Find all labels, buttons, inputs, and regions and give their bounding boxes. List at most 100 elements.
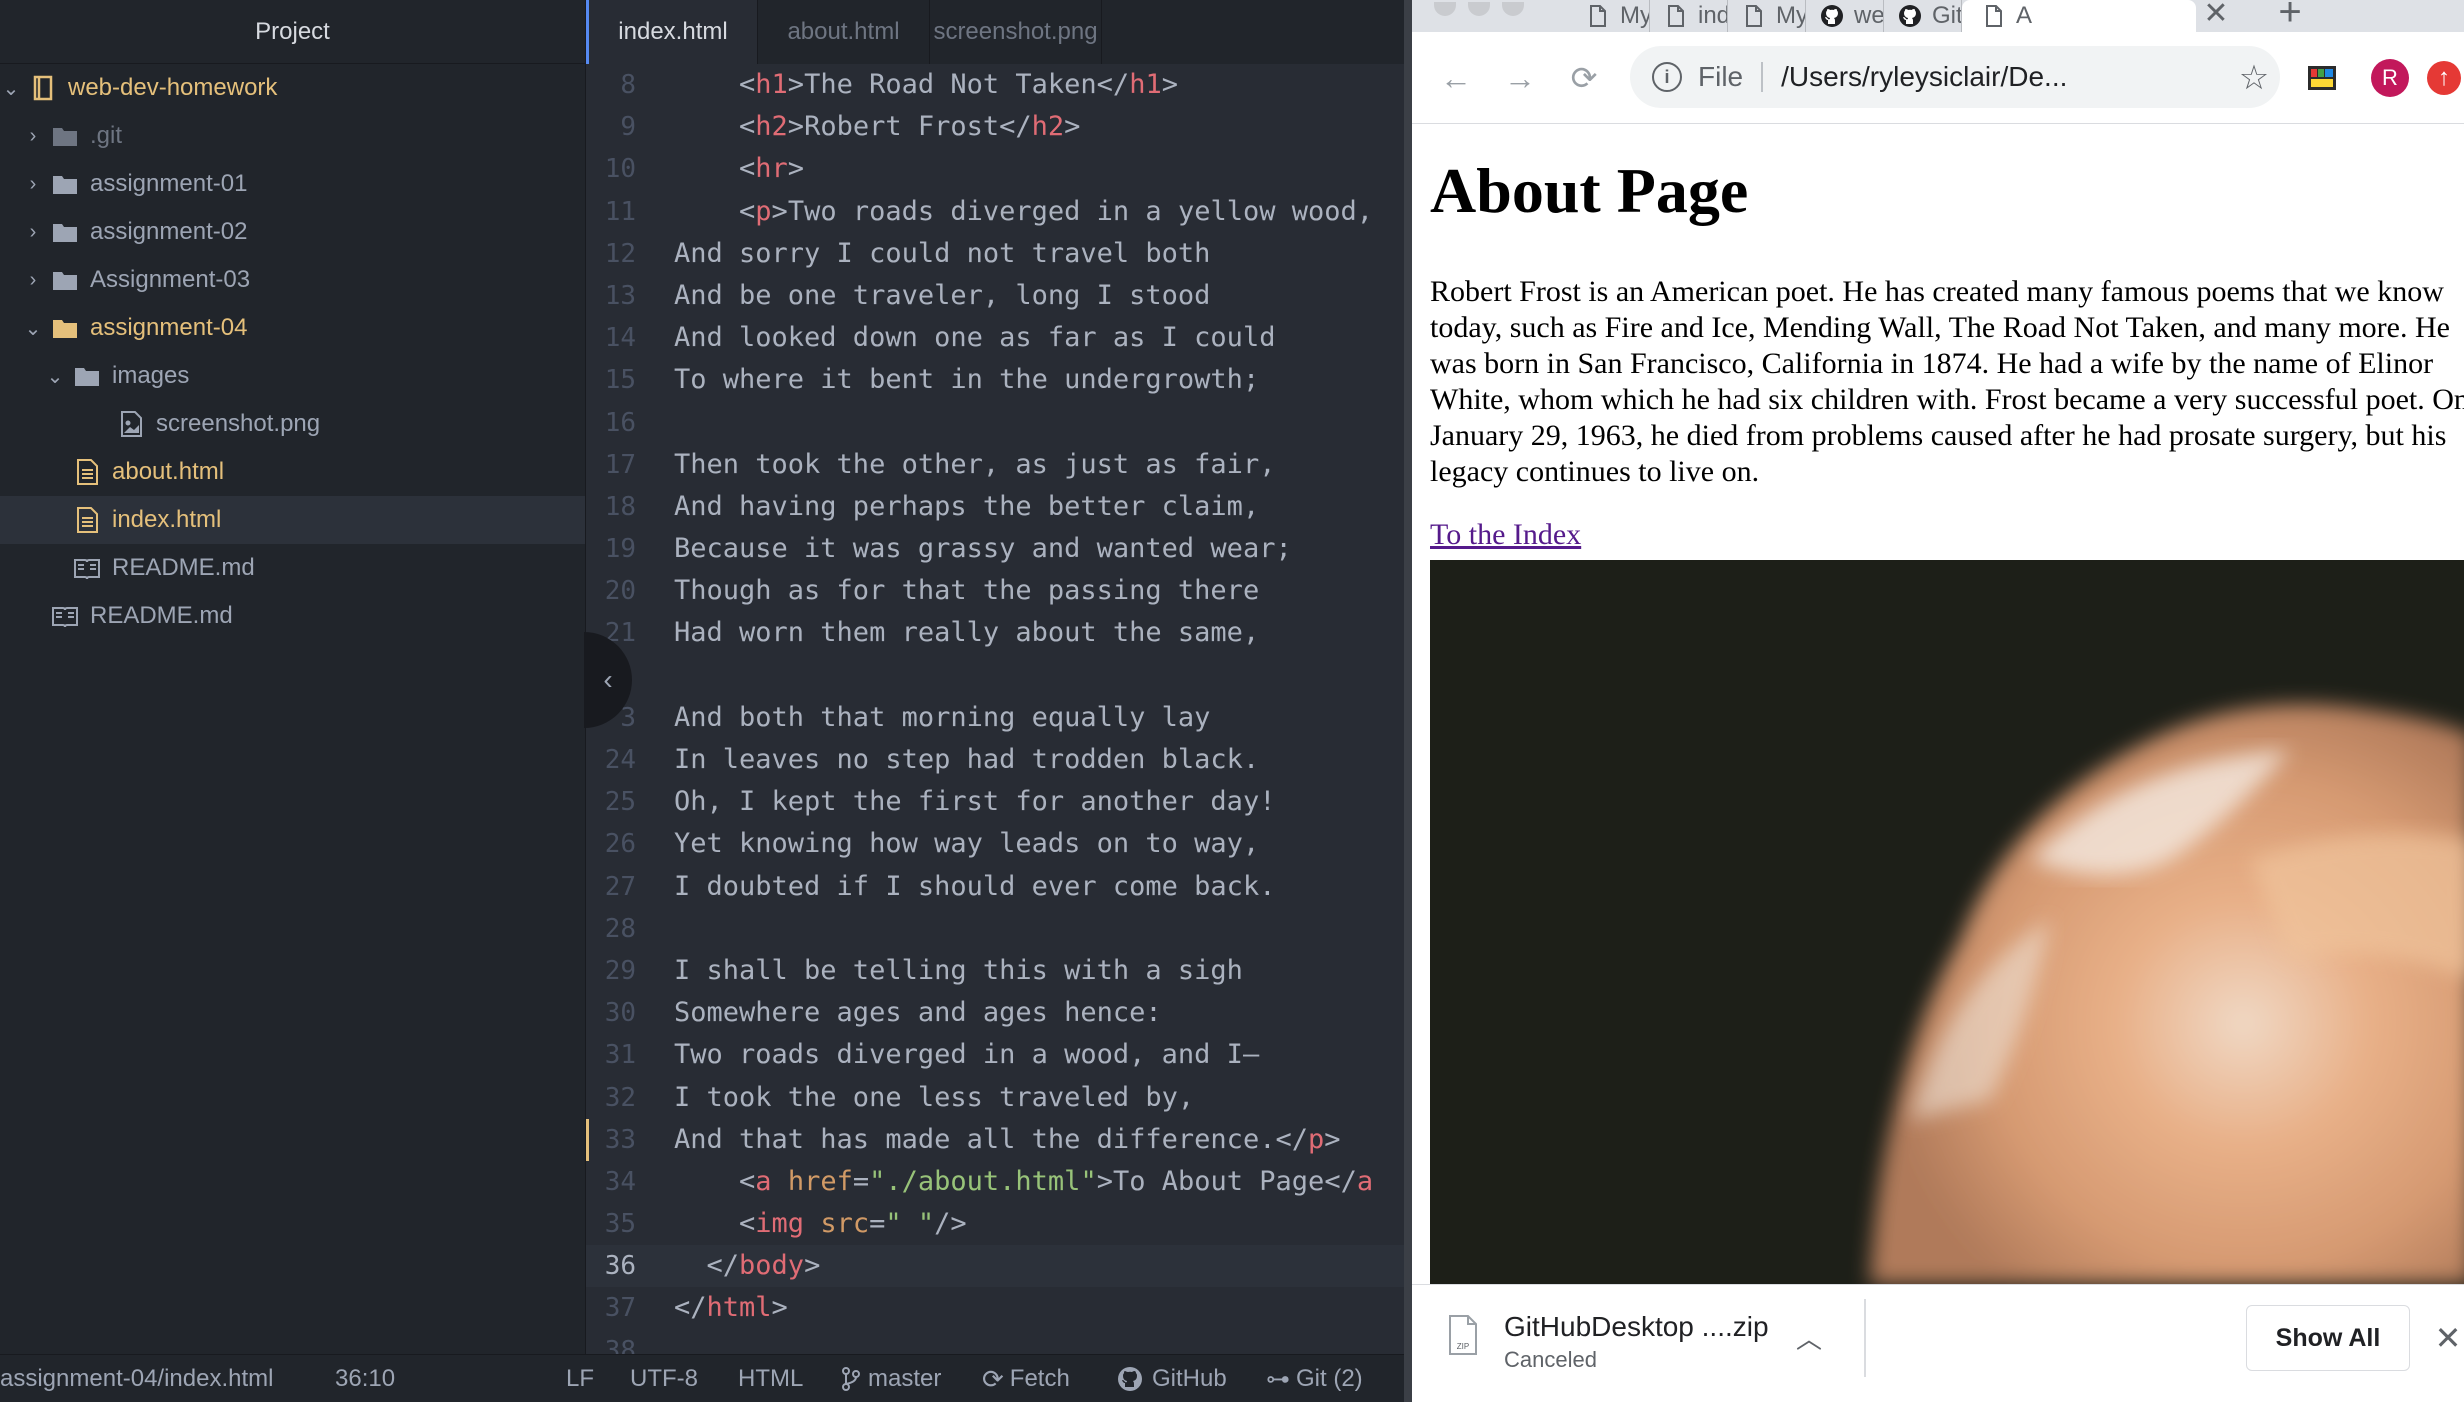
code-line[interactable]: 37 </html> — [586, 1287, 1404, 1329]
status-github[interactable]: GitHub — [1116, 1355, 1227, 1402]
code-line[interactable]: 30 Somewhere ages and ages hence: — [586, 992, 1404, 1034]
code-line[interactable]: 27 I doubted if I should ever come back. — [586, 866, 1404, 908]
chevron-down-icon[interactable]: ⌄ — [22, 317, 44, 340]
doc-icon — [1986, 5, 2002, 27]
maximize-window-light[interactable] — [1502, 2, 1524, 16]
forward-button[interactable]: → — [1498, 56, 1542, 100]
zip-file-icon: ZIP — [1449, 1315, 1477, 1355]
chevron-right-icon[interactable]: › — [22, 269, 44, 291]
code-line[interactable]: 25 Oh, I kept the first for another day! — [586, 781, 1404, 823]
browser-tab[interactable]: A — [1962, 0, 2196, 32]
code-line[interactable]: 15 To where it bent in the undergrowth; — [586, 359, 1404, 401]
chevron-up-icon[interactable]: ︿ — [1796, 1319, 1822, 1356]
code-line[interactable]: 3 And both that morning equally lay — [586, 697, 1404, 739]
update-icon[interactable]: ↑ — [2420, 54, 2464, 102]
code-line[interactable]: 9 <h2>Robert Frost</h2> — [586, 106, 1404, 148]
folder-icon — [50, 169, 80, 199]
code-line[interactable]: 17 Then took the other, as just as fair, — [586, 444, 1404, 486]
reload-button[interactable]: ⟳ — [1562, 56, 1606, 100]
code-text: <h1>The Road Not Taken</h1> — [674, 69, 1178, 100]
download-item[interactable]: ZIP GitHubDesktop ....zip Canceled ︿ — [1448, 1311, 1848, 1377]
code-line[interactable]: 29 I shall be telling this with a sigh — [586, 950, 1404, 992]
chevron-down-icon[interactable]: ⌄ — [0, 77, 22, 100]
tree-item-readme-md[interactable]: README.md — [0, 592, 585, 640]
chevron-right-icon[interactable]: › — [22, 221, 44, 243]
line-number: 30 — [604, 998, 636, 1029]
code-line[interactable]: 35 <img src=" "/> — [586, 1203, 1404, 1245]
code-line[interactable] — [586, 655, 1404, 697]
code-line[interactable]: 34 <a href="./about.html">To About Page<… — [586, 1161, 1404, 1203]
bookmark-star-icon[interactable]: ☆ — [2230, 54, 2278, 102]
code-line[interactable]: 28 — [586, 908, 1404, 950]
back-button[interactable]: ← — [1434, 56, 1478, 100]
line-number: 36 — [604, 1251, 636, 1282]
status-fetch[interactable]: ⟳ Fetch — [982, 1355, 1070, 1402]
tree-item-assignment-03[interactable]: › Assignment-03 — [0, 256, 585, 304]
status-line-ending[interactable]: LF — [566, 1355, 594, 1402]
tree-item-assignment-01[interactable]: › assignment-01 — [0, 160, 585, 208]
code-line[interactable]: 21 Had worn them really about the same, — [586, 612, 1404, 654]
page-title: About Page — [1430, 155, 1749, 226]
code-line[interactable]: 36 </body> — [586, 1245, 1404, 1288]
code-line[interactable]: 33 And that has made all the difference.<… — [586, 1118, 1404, 1161]
browser-tab[interactable]: inde — [1650, 0, 1728, 32]
browser-tab[interactable]: My — [1728, 0, 1806, 32]
tree-item-readme-md[interactable]: README.md — [0, 544, 585, 592]
line-number: 11 — [604, 196, 636, 227]
tree-item-screenshot-png[interactable]: screenshot.png — [0, 400, 585, 448]
code-line[interactable]: 18 And having perhaps the better claim, — [586, 486, 1404, 528]
chevron-down-icon[interactable]: ⌄ — [44, 365, 66, 388]
tree-item-assignment-02[interactable]: › assignment-02 — [0, 208, 585, 256]
code-line[interactable]: 20 Though as for that the passing there — [586, 570, 1404, 612]
browser-tab[interactable]: GitH — [1884, 0, 1962, 32]
status-branch[interactable]: master — [840, 1355, 941, 1402]
minimize-window-light[interactable] — [1468, 2, 1490, 16]
status-git[interactable]: ⊶ Git (2) — [1266, 1355, 1363, 1402]
code-line[interactable]: 26 Yet knowing how way leads on to way, — [586, 823, 1404, 865]
browser-tab[interactable]: web — [1806, 0, 1884, 32]
line-number: 32 — [604, 1082, 636, 1113]
address-bar[interactable]: i File /Users/ryleysiclair/De... — [1630, 46, 2280, 108]
code-line[interactable]: 32 I took the one less traveled by, — [586, 1077, 1404, 1119]
tree-item-git[interactable]: › .git — [0, 112, 585, 160]
status-encoding[interactable]: UTF-8 — [630, 1355, 698, 1402]
code-line[interactable]: 19 Because it was grassy and wanted wear; — [586, 528, 1404, 570]
tree-item-about-html[interactable]: about.html — [0, 448, 585, 496]
tab-index-html[interactable]: index.html — [586, 0, 758, 64]
chevron-right-icon[interactable]: › — [22, 125, 44, 147]
close-window-light[interactable] — [1434, 2, 1456, 16]
code-line[interactable]: 8 <h1>The Road Not Taken</h1> — [586, 64, 1404, 106]
status-file-path[interactable]: assignment-04/index.html — [0, 1355, 273, 1402]
code-line[interactable]: 14 And looked down one as far as I could — [586, 317, 1404, 359]
folder-icon — [72, 361, 102, 391]
code-line[interactable]: 11 <p>Two roads diverged in a yellow woo… — [586, 191, 1404, 233]
info-icon[interactable]: i — [1652, 62, 1682, 92]
code-line[interactable]: 12 And sorry I could not travel both — [586, 233, 1404, 275]
tab-screenshot-png[interactable]: screenshot.png — [930, 0, 1102, 64]
code-line[interactable]: 16 — [586, 402, 1404, 444]
code-line[interactable]: 10 <hr> — [586, 148, 1404, 190]
profile-avatar[interactable]: R — [2366, 54, 2414, 102]
close-download-shelf-icon[interactable]: ✕ — [2428, 1315, 2464, 1361]
code-line[interactable]: 13 And be one traveler, long I stood — [586, 275, 1404, 317]
show-all-button[interactable]: Show All — [2246, 1305, 2410, 1371]
close-tab-icon[interactable]: ✕ — [2196, 0, 2236, 32]
code-editor[interactable]: 8 <h1>The Road Not Taken</h1> 9 <h2>Rober… — [586, 64, 1404, 1354]
new-tab-button[interactable]: + — [2268, 0, 2312, 34]
tree-item-images[interactable]: ⌄ images — [0, 352, 585, 400]
code-line[interactable]: 24 In leaves no step had trodden black. — [586, 739, 1404, 781]
tree-item-web-dev-homework[interactable]: ⌄ web-dev-homework — [0, 64, 585, 112]
tree-item-index-html[interactable]: index.html — [0, 496, 585, 544]
browser-tab-label: inde — [1698, 2, 1727, 29]
status-cursor-position[interactable]: 36:10 — [335, 1355, 395, 1402]
extension-icon[interactable] — [2298, 54, 2346, 102]
to-index-link[interactable]: To the Index — [1430, 518, 1581, 552]
tree-item-assignment-04[interactable]: ⌄ assignment-04 — [0, 304, 585, 352]
line-number: 24 — [604, 745, 636, 775]
status-grammar[interactable]: HTML — [738, 1355, 803, 1402]
tab-about-html[interactable]: about.html — [758, 0, 930, 64]
code-line[interactable]: 38 — [586, 1330, 1404, 1354]
browser-tab[interactable]: My — [1572, 0, 1650, 32]
chevron-right-icon[interactable]: › — [22, 173, 44, 195]
code-line[interactable]: 31 Two roads diverged in a wood, and I— — [586, 1034, 1404, 1076]
